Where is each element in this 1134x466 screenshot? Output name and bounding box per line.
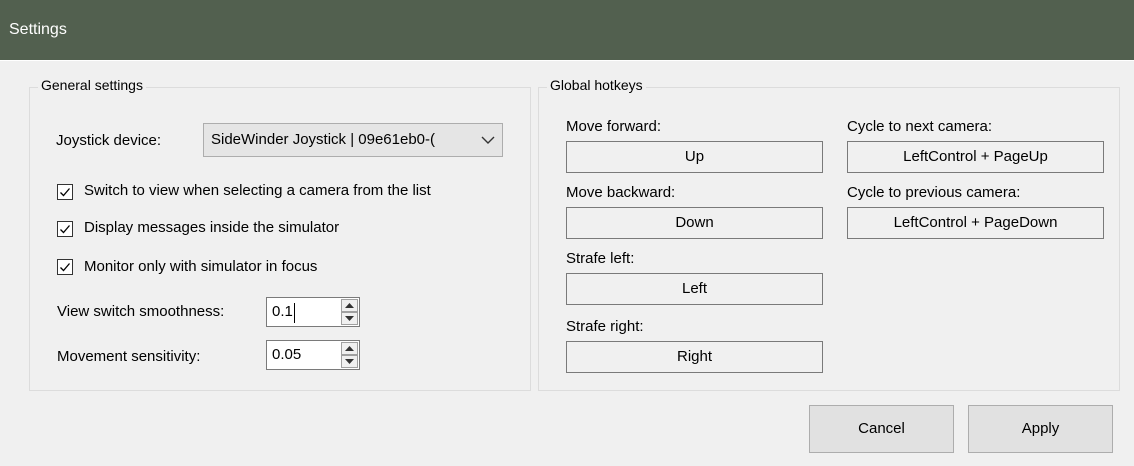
- cancel-button[interactable]: Cancel: [809, 405, 954, 453]
- chevron-down-icon: [480, 133, 496, 147]
- sensitivity-spin-buttons: [341, 342, 358, 368]
- global-hotkeys-legend: Global hotkeys: [547, 77, 646, 93]
- move-backward-hotkey[interactable]: Down: [566, 207, 823, 239]
- smoothness-label: View switch smoothness:: [57, 303, 225, 320]
- display-messages-checkbox[interactable]: [57, 221, 73, 237]
- strafe-right-hotkey[interactable]: Right: [566, 341, 823, 373]
- general-settings-legend: General settings: [38, 77, 146, 93]
- smoothness-decrement-button[interactable]: [341, 312, 358, 325]
- display-messages-label[interactable]: Display messages inside the simulator: [84, 219, 339, 236]
- window-title: Settings: [9, 21, 67, 38]
- joystick-device-value: SideWinder Joystick | 09e61eb0-(: [211, 131, 436, 148]
- move-forward-label: Move forward:: [566, 118, 662, 135]
- smoothness-increment-button[interactable]: [341, 299, 358, 312]
- move-backward-label: Move backward:: [566, 184, 676, 201]
- strafe-right-label: Strafe right:: [566, 318, 644, 335]
- switch-view-checkbox[interactable]: [57, 184, 73, 200]
- joystick-device-dropdown[interactable]: SideWinder Joystick | 09e61eb0-(: [203, 123, 503, 157]
- text-caret: [294, 303, 295, 323]
- sensitivity-increment-button[interactable]: [341, 342, 358, 355]
- joystick-device-label: Joystick device:: [56, 132, 162, 149]
- sensitivity-label: Movement sensitivity:: [57, 348, 201, 365]
- title-bar: Settings: [0, 0, 1134, 60]
- sensitivity-value: 0.05: [272, 346, 302, 363]
- sensitivity-spinner[interactable]: 0.05: [266, 340, 360, 370]
- next-camera-label: Cycle to next camera:: [847, 118, 993, 135]
- move-forward-hotkey[interactable]: Up: [566, 141, 823, 173]
- smoothness-value: 0.1: [272, 303, 293, 320]
- strafe-left-hotkey[interactable]: Left: [566, 273, 823, 305]
- previous-camera-hotkey[interactable]: LeftControl + PageDown: [847, 207, 1104, 239]
- monitor-focus-checkbox[interactable]: [57, 259, 73, 275]
- sensitivity-decrement-button[interactable]: [341, 355, 358, 368]
- monitor-focus-label[interactable]: Monitor only with simulator in focus: [84, 258, 317, 275]
- switch-view-label[interactable]: Switch to view when selecting a camera f…: [84, 182, 431, 199]
- settings-window: Settings General settings Joystick devic…: [0, 0, 1134, 466]
- strafe-left-label: Strafe left:: [566, 250, 635, 267]
- next-camera-hotkey[interactable]: LeftControl + PageUp: [847, 141, 1104, 173]
- previous-camera-label: Cycle to previous camera:: [847, 184, 1021, 201]
- title-divider: [0, 60, 1134, 61]
- apply-button[interactable]: Apply: [968, 405, 1113, 453]
- smoothness-spin-buttons: [341, 299, 358, 325]
- smoothness-spinner[interactable]: 0.1: [266, 297, 360, 327]
